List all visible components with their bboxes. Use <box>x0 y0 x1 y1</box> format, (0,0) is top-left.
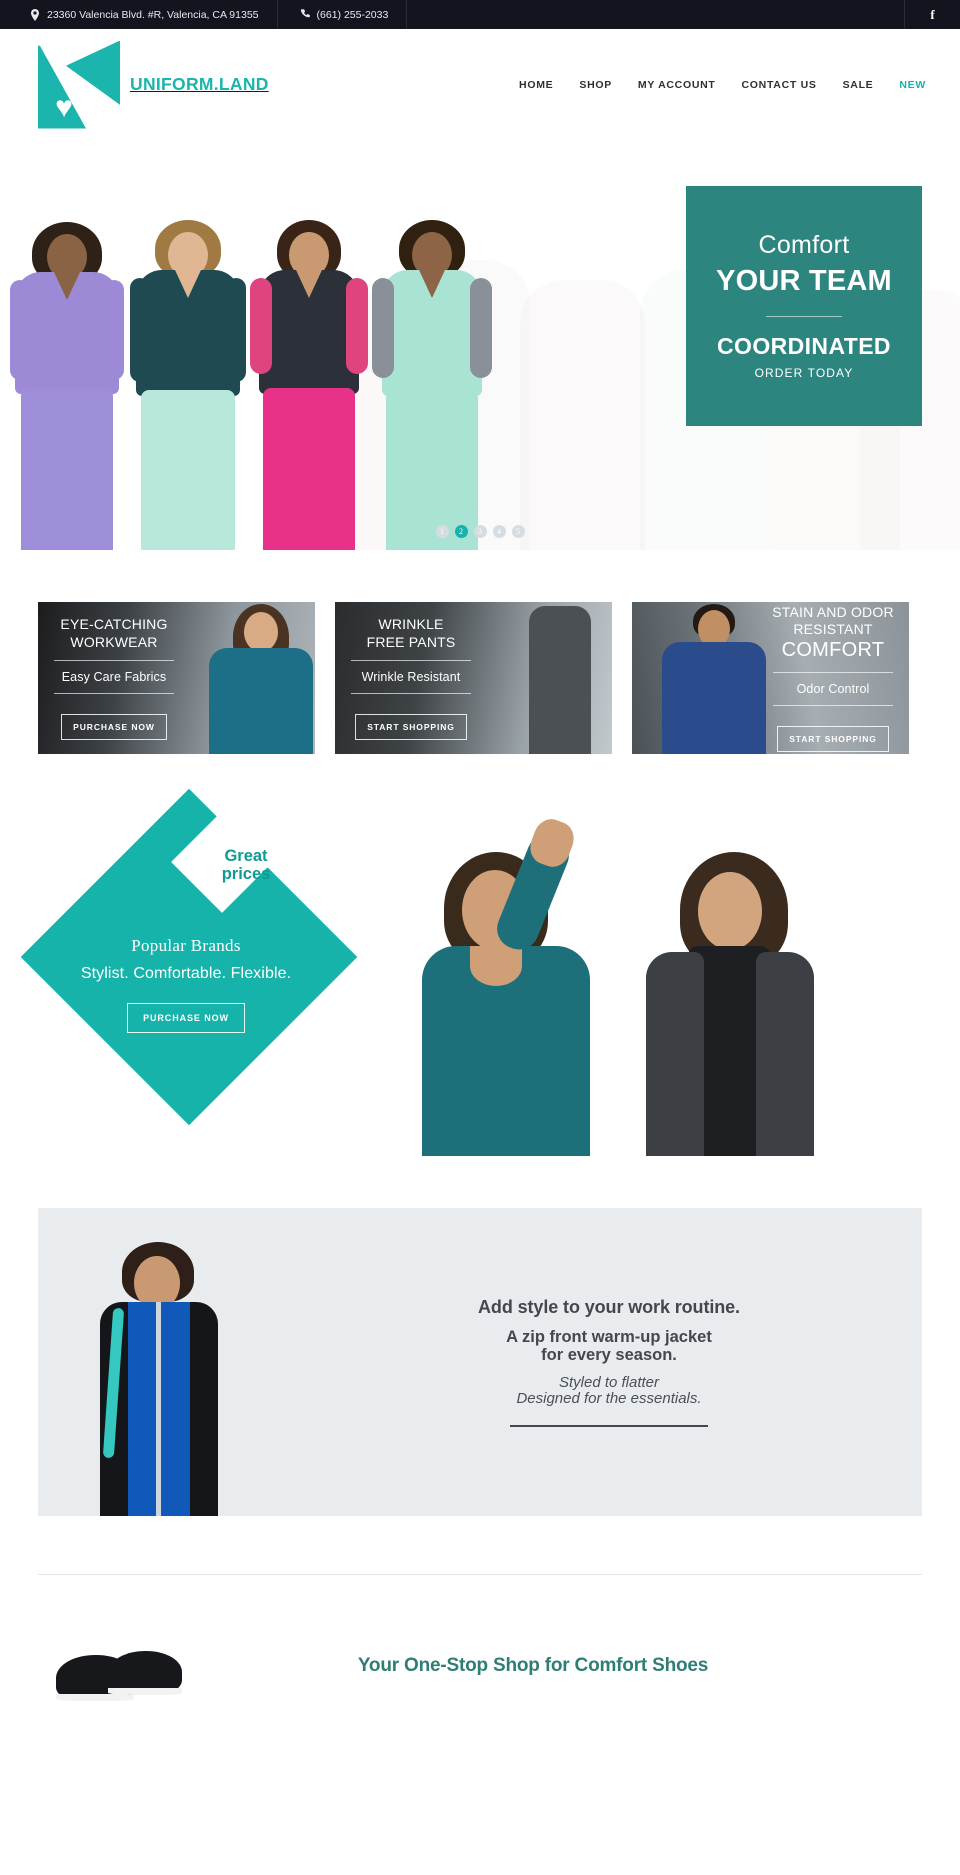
main-navigation: HOME SHOP MY ACCOUNT CONTACT US SALE NEW <box>519 79 960 91</box>
nav-item-shop[interactable]: SHOP <box>579 79 612 91</box>
hero-carousel: Comfort YOUR TEAM COORDINATED ORDER TODA… <box>0 140 960 550</box>
address-text: 23360 Valencia Blvd. #R, Valencia, CA 91… <box>47 8 259 21</box>
nav-item-contact-us[interactable]: CONTACT US <box>742 79 817 91</box>
promo-title-line1-3: STAIN AND ODOR <box>772 604 894 621</box>
brand-name: UNIFORM.LAND <box>130 74 269 94</box>
jacket-heading: Add style to your work routine. <box>478 1296 740 1317</box>
phone-icon <box>300 8 310 21</box>
promo-subtitle-2: Wrinkle Resistant <box>361 669 461 684</box>
promo-divider-bottom-2 <box>351 692 471 694</box>
jacket-subheading-line1: A zip front warm-up jacket <box>506 1327 712 1346</box>
promo-title-line1-2: WRINKLE <box>378 616 444 633</box>
phone-text: (661) 255-2033 <box>316 8 389 21</box>
brand-logo-link[interactable]: ♥ UNIFORM.LAND <box>0 40 269 129</box>
address-item: 23360 Valencia Blvd. #R, Valencia, CA 91… <box>0 0 278 29</box>
promo-title-line2-1: WORKWEAR <box>70 633 158 650</box>
promo-divider-top-2 <box>351 659 471 661</box>
map-pin-icon <box>30 8 40 21</box>
promo-model-image-2 <box>522 606 598 754</box>
promo-card-wrinkle-free-pants[interactable]: WRINKLE FREE PANTS Wrinkle Resistant STA… <box>335 602 612 754</box>
nav-item-my-account[interactable]: MY ACCOUNT <box>638 79 716 91</box>
promo-title-line2-2: FREE PANTS <box>366 633 456 650</box>
shoes-image <box>56 1631 226 1701</box>
jacket-subheading-line2: for every season. <box>541 1346 677 1365</box>
promo-model-image-1 <box>201 602 315 754</box>
promo-card-eye-catching-workwear[interactable]: EYE-CATCHING WORKWEAR Easy Care Fabrics … <box>38 602 315 754</box>
diamond-content: Popular Brands Stylist. Comfortable. Fle… <box>36 936 336 1033</box>
promo-divider-bottom-1 <box>54 692 174 694</box>
promo-card-stain-and-odor-resistant[interactable]: STAIN AND ODOR RESISTANT COMFORT Odor Co… <box>632 602 909 754</box>
jacket-subheading: A zip front warm-up jacket for every sea… <box>338 1328 880 1365</box>
hero-line-4: ORDER TODAY <box>754 365 854 380</box>
great-prices-line1: Great <box>224 847 268 865</box>
comfort-shoes-section: Your One-Stop Shop for Comfort Shoes <box>0 1631 960 1701</box>
jacket-description-line1: Styled to flatter <box>558 1373 660 1391</box>
uniform-land-logo-icon: ♥ <box>38 40 126 129</box>
diamond-banner: Great prices Popular Brands Stylist. Com… <box>20 788 358 1126</box>
hero-promo-card: Comfort YOUR TEAM COORDINATED ORDER TODA… <box>686 186 922 426</box>
jacket-description-line2: Designed for the essentials. <box>516 1390 702 1408</box>
section-divider <box>38 1574 922 1575</box>
facebook-icon[interactable]: f <box>904 0 960 29</box>
hero-divider <box>766 315 842 317</box>
promo-model-image-3 <box>658 602 770 754</box>
nav-item-new[interactable]: NEW <box>899 79 926 91</box>
carousel-dot-1[interactable]: 1 <box>435 525 449 538</box>
great-prices-badge: Great prices <box>196 847 296 884</box>
diamond-tagline: Stylist. Comfortable. Flexible. <box>80 965 292 982</box>
jacket-model-image <box>38 1208 338 1516</box>
promo-cards-row: EYE-CATCHING WORKWEAR Easy Care Fabrics … <box>0 550 960 754</box>
carousel-dot-3[interactable]: 3 <box>473 525 487 538</box>
diamond-purchase-now-button[interactable]: PURCHASE NOW <box>127 1003 245 1033</box>
promo-button-1[interactable]: PURCHASE NOW <box>61 713 167 740</box>
promo-divider-top-3 <box>773 671 893 673</box>
promo-title-line2-3: RESISTANT <box>793 621 873 638</box>
promo-subtitle-3: Odor Control <box>796 681 870 696</box>
warm-up-jacket-section: Add style to your work routine. A zip fr… <box>38 1208 922 1516</box>
lifestyle-models-image <box>340 796 960 1156</box>
hero-line-2: YOUR TEAM <box>716 264 892 297</box>
promo-divider-top-1 <box>54 659 174 661</box>
promo-divider-bottom-3 <box>773 704 893 706</box>
promo-body-3: STAIN AND ODOR RESISTANT COMFORT Odor Co… <box>757 604 909 752</box>
hero-line-1: Comfort <box>758 231 850 260</box>
promo-subtitle-1: Easy Care Fabrics <box>61 669 167 684</box>
promo-title-line3-3: COMFORT <box>781 639 885 662</box>
phone-item[interactable]: (661) 255-2033 <box>278 0 408 29</box>
jacket-description: Styled to flatter Designed for the essen… <box>338 1373 880 1409</box>
heart-icon: ♥ <box>55 90 73 124</box>
promo-body-1: EYE-CATCHING WORKWEAR Easy Care Fabrics … <box>38 616 190 740</box>
top-info-bar: 23360 Valencia Blvd. #R, Valencia, CA 91… <box>0 0 960 29</box>
nav-item-home[interactable]: HOME <box>519 79 553 91</box>
great-prices-section: Great prices Popular Brands Stylist. Com… <box>0 788 960 1156</box>
promo-body-2: WRINKLE FREE PANTS Wrinkle Resistant STA… <box>335 616 487 740</box>
jacket-text-block: Add style to your work routine. A zip fr… <box>338 1297 922 1428</box>
site-header: ♥ UNIFORM.LAND HOME SHOP MY ACCOUNT CONT… <box>0 29 960 140</box>
comfort-shoes-heading: Your One-Stop Shop for Comfort Shoes <box>357 1655 709 1676</box>
popular-brands-heading: Popular Brands <box>131 936 241 955</box>
hero-line-3: COORDINATED <box>717 332 891 359</box>
carousel-pagination: 1 2 3 4 5 <box>0 525 960 538</box>
carousel-dot-5[interactable]: 5 <box>511 525 525 538</box>
promo-button-2[interactable]: START SHOPPING <box>355 713 467 740</box>
great-prices-line2: prices <box>221 864 271 883</box>
carousel-dot-4[interactable]: 4 <box>492 525 506 538</box>
nav-item-sale[interactable]: SALE <box>843 79 874 91</box>
promo-title-line1-1: EYE-CATCHING <box>60 616 168 633</box>
carousel-dot-2[interactable]: 2 <box>454 525 468 538</box>
promo-button-3[interactable]: START SHOPPING <box>777 725 889 752</box>
jacket-divider <box>510 1425 708 1428</box>
facebook-glyph: f <box>930 6 935 22</box>
